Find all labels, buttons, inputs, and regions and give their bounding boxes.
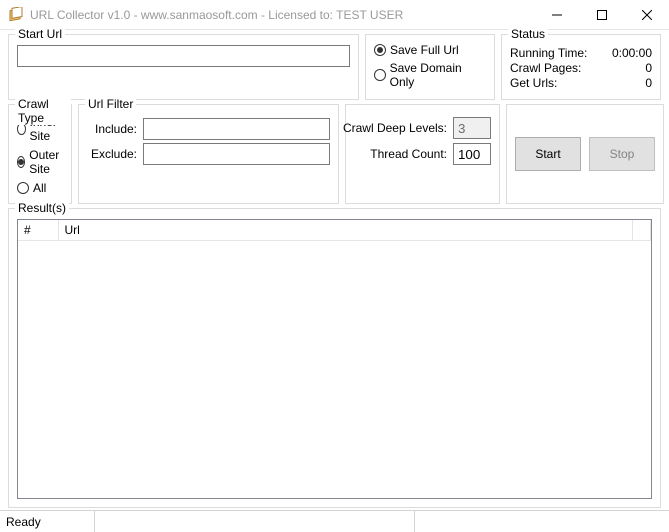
close-button[interactable] <box>624 0 669 29</box>
crawl-pages-value: 0 <box>645 61 652 75</box>
app-icon <box>8 7 24 23</box>
running-time-label: Running Time: <box>510 46 587 60</box>
action-buttons-group: Start Stop <box>506 104 664 204</box>
statusbar-right <box>415 511 669 532</box>
outer-site-label: Outer Site <box>29 148 63 176</box>
all-radio[interactable]: All <box>17 181 63 195</box>
radio-icon <box>374 69 386 81</box>
radio-icon <box>17 182 29 194</box>
col-spacer <box>633 220 651 241</box>
stop-button: Stop <box>589 137 655 171</box>
all-label: All <box>33 181 46 195</box>
deep-level-input <box>453 117 491 139</box>
exclude-input[interactable] <box>143 143 330 165</box>
include-input[interactable] <box>143 118 330 140</box>
status-group: Status Running Time: 0:00:00 Crawl Pages… <box>501 34 661 100</box>
statusbar-mid <box>95 511 415 532</box>
save-full-label: Save Full Url <box>390 43 459 57</box>
col-number[interactable]: # <box>18 220 58 241</box>
results-list[interactable]: # Url <box>17 219 652 499</box>
start-url-legend: Start Url <box>15 27 65 41</box>
radio-icon <box>17 156 25 168</box>
url-filter-group: Url Filter Include: Exclude: <box>78 104 339 204</box>
start-url-group: Start Url <box>8 34 359 100</box>
radio-icon <box>374 44 386 56</box>
exclude-label: Exclude: <box>87 147 137 161</box>
save-domain-label: Save Domain Only <box>390 61 486 89</box>
col-url[interactable]: Url <box>58 220 633 241</box>
url-filter-legend: Url Filter <box>85 97 136 111</box>
crawl-type-group: Crawl Type Inner Site Outer Site All <box>8 104 72 204</box>
thread-count-input[interactable] <box>453 143 491 165</box>
statusbar-text: Ready <box>0 511 95 532</box>
titlebar: URL Collector v1.0 - www.sanmaosoft.com … <box>0 0 669 30</box>
minimize-button[interactable] <box>534 0 579 29</box>
include-label: Include: <box>87 122 137 136</box>
start-url-input[interactable] <box>17 45 350 67</box>
maximize-button[interactable] <box>579 0 624 29</box>
running-time-value: 0:00:00 <box>612 46 652 60</box>
thread-count-label: Thread Count: <box>370 147 447 161</box>
crawl-params-group: Crawl Deep Levels: Thread Count: <box>345 104 500 204</box>
get-urls-label: Get Urls: <box>510 76 557 90</box>
results-legend: Result(s) <box>15 201 69 215</box>
status-legend: Status <box>508 27 548 41</box>
results-group: Result(s) # Url <box>8 208 661 508</box>
crawl-pages-label: Crawl Pages: <box>510 61 581 75</box>
start-button[interactable]: Start <box>515 137 581 171</box>
window-title: URL Collector v1.0 - www.sanmaosoft.com … <box>30 8 534 22</box>
save-mode-group: Save Full Url Save Domain Only <box>365 34 495 100</box>
statusbar: Ready <box>0 510 669 532</box>
save-full-url-radio[interactable]: Save Full Url <box>374 43 486 57</box>
deep-level-label: Crawl Deep Levels: <box>343 121 447 135</box>
save-domain-only-radio[interactable]: Save Domain Only <box>374 61 486 89</box>
get-urls-value: 0 <box>645 76 652 90</box>
crawl-type-legend: Crawl Type <box>15 97 71 125</box>
outer-site-radio[interactable]: Outer Site <box>17 148 63 176</box>
